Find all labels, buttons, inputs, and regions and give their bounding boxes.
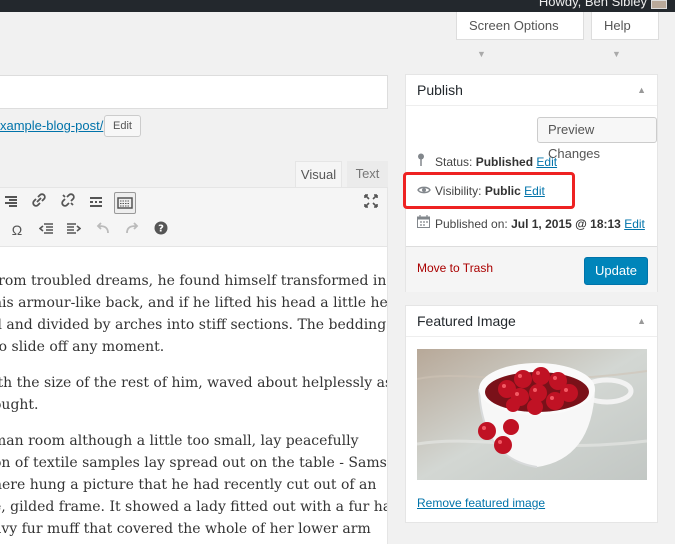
screen-options-label: Screen Options: [469, 18, 559, 33]
help-label: Help: [604, 18, 631, 33]
link-icon[interactable]: [28, 192, 50, 214]
publishing-actions: Move to Trash Update: [406, 246, 657, 292]
status-label: Status:: [435, 155, 473, 169]
indent-icon[interactable]: [63, 219, 85, 241]
paragraph-line: e, gilded frame. It showed a lady fitted…: [0, 499, 388, 515]
paragraph-line: to slide off any moment.: [0, 339, 165, 355]
outdent-icon[interactable]: [35, 219, 57, 241]
edit-date-link[interactable]: Edit: [624, 217, 645, 231]
edit-slug-button[interactable]: Edit: [104, 115, 141, 137]
paragraph-line: here hung a picture that he had recently…: [0, 477, 377, 493]
visibility-highlight: [403, 172, 575, 209]
caret-down-icon: ▼: [477, 49, 486, 59]
featured-image-box: Featured Image ▲ Remove featured image: [405, 305, 658, 523]
published-on-label: Published on:: [435, 217, 508, 231]
post-title-input[interactable]: [0, 75, 388, 109]
special-character-icon[interactable]: Ω: [6, 219, 28, 241]
remove-featured-image-link[interactable]: Remove featured image: [417, 496, 545, 510]
featured-image-thumbnail[interactable]: [417, 349, 647, 480]
editor-content[interactable]: from troubled dreams, he found himself t…: [0, 247, 388, 544]
paragraph-line: d and divided by arches into stiff secti…: [0, 317, 388, 333]
publish-title: Publish: [417, 82, 463, 98]
tab-visual[interactable]: Visual: [295, 161, 342, 187]
paragraph-line: on of textile samples lay spread out on …: [0, 455, 388, 471]
preview-changes-button[interactable]: Preview Changes: [537, 117, 657, 161]
collapse-arrow-icon[interactable]: ▲: [637, 75, 646, 106]
collapse-arrow-icon[interactable]: ▲: [637, 306, 646, 337]
move-to-trash-link[interactable]: Move to Trash: [417, 261, 493, 275]
unlink-icon[interactable]: [57, 192, 79, 214]
featured-title: Featured Image: [417, 313, 516, 329]
toolbar-toggle-icon[interactable]: [114, 192, 136, 214]
pin-icon: [417, 153, 435, 169]
publish-box-title[interactable]: Publish ▲: [406, 75, 657, 106]
screen-options-button[interactable]: Screen Options ▼: [456, 12, 584, 59]
status-value: Published: [475, 155, 534, 169]
published-on-row: Published on: Jul 1, 2015 @ 18:13 Edit: [417, 215, 645, 231]
avatar[interactable]: [651, 0, 667, 9]
caret-down-icon: ▼: [612, 49, 621, 59]
svg-text:?: ?: [158, 224, 164, 235]
paragraph-line: his armour-like back, and if he lifted h…: [0, 295, 388, 311]
paragraph-line: ought.: [0, 397, 39, 413]
featured-image-box-title[interactable]: Featured Image ▲: [406, 306, 657, 337]
undo-icon[interactable]: [92, 219, 114, 241]
admin-bar: Howdy, Ben Sibley: [0, 0, 675, 12]
published-on-value: Jul 1, 2015 @ 18:13: [511, 217, 621, 231]
help-icon[interactable]: ?: [150, 219, 172, 241]
permalink-link[interactable]: xample-blog-post/: [0, 118, 103, 133]
paragraph-line: man room although a little too small, la…: [0, 433, 359, 449]
editor-toolbar: Ω ?: [0, 187, 388, 247]
paragraph-line: avy fur muff that covered the whole of h…: [0, 521, 371, 537]
paragraph-line: ith the size of the rest of him, waved a…: [0, 375, 388, 391]
read-more-icon[interactable]: [85, 192, 107, 214]
howdy-user-menu[interactable]: Howdy, Ben Sibley: [539, 0, 647, 9]
tab-text[interactable]: Text: [347, 161, 388, 187]
redo-icon[interactable]: [121, 219, 143, 241]
update-button[interactable]: Update: [584, 257, 648, 285]
post-status-row: Status: Published Edit: [417, 153, 557, 169]
paragraph-line: from troubled dreams, he found himself t…: [0, 273, 387, 289]
edit-status-link[interactable]: Edit: [536, 155, 557, 169]
calendar-icon: [417, 215, 435, 231]
fullscreen-icon[interactable]: [360, 192, 382, 214]
align-right-icon[interactable]: [0, 192, 21, 214]
help-button[interactable]: Help ▼: [591, 12, 659, 59]
